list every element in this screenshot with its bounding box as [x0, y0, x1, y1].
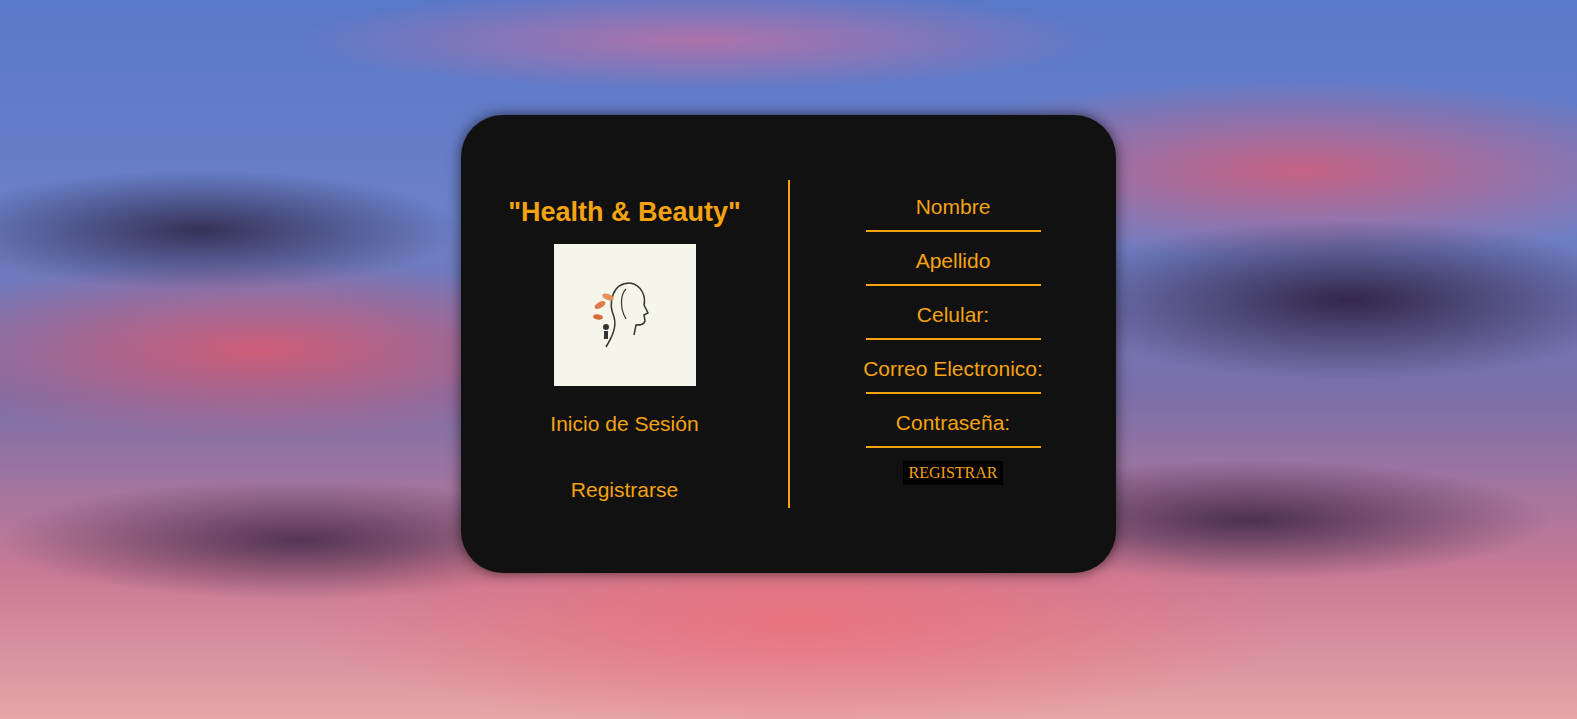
- woman-profile-icon: [590, 275, 660, 355]
- register-button[interactable]: REGISTRAR: [903, 461, 1004, 485]
- vertical-divider: [788, 180, 790, 508]
- field-underline[interactable]: [866, 446, 1041, 448]
- field-underline[interactable]: [866, 392, 1041, 394]
- brand-panel: "Health & Beauty" Inicio de Sesión Registr…: [461, 180, 788, 503]
- register-card: "Health & Beauty" Inicio de Sesión Registr…: [461, 115, 1116, 573]
- field-label: Contraseña:: [896, 411, 1010, 446]
- form-field[interactable]: Celular:: [866, 303, 1041, 340]
- field-label: Nombre: [916, 195, 991, 230]
- field-underline[interactable]: [866, 338, 1041, 340]
- form-field[interactable]: Nombre: [866, 195, 1041, 232]
- brand-title: "Health & Beauty": [508, 195, 741, 229]
- form-field[interactable]: Apellido: [866, 249, 1041, 286]
- nav-link[interactable]: Registrarse: [571, 477, 678, 503]
- field-label: Celular:: [917, 303, 989, 338]
- brand-logo: [554, 244, 696, 386]
- sky-background: "Health & Beauty" Inicio de Sesión Registr…: [0, 0, 1577, 719]
- form-field[interactable]: Contraseña:: [866, 411, 1041, 448]
- field-underline[interactable]: [866, 230, 1041, 232]
- nav-link[interactable]: Inicio de Sesión: [550, 411, 698, 437]
- register-form: Nombre Apellido Celular: Correo Electronico…: [790, 180, 1116, 485]
- form-field[interactable]: Correo Electronico:: [863, 357, 1043, 394]
- field-underline[interactable]: [866, 284, 1041, 286]
- field-label: Correo Electronico:: [863, 357, 1043, 392]
- field-label: Apellido: [916, 249, 991, 284]
